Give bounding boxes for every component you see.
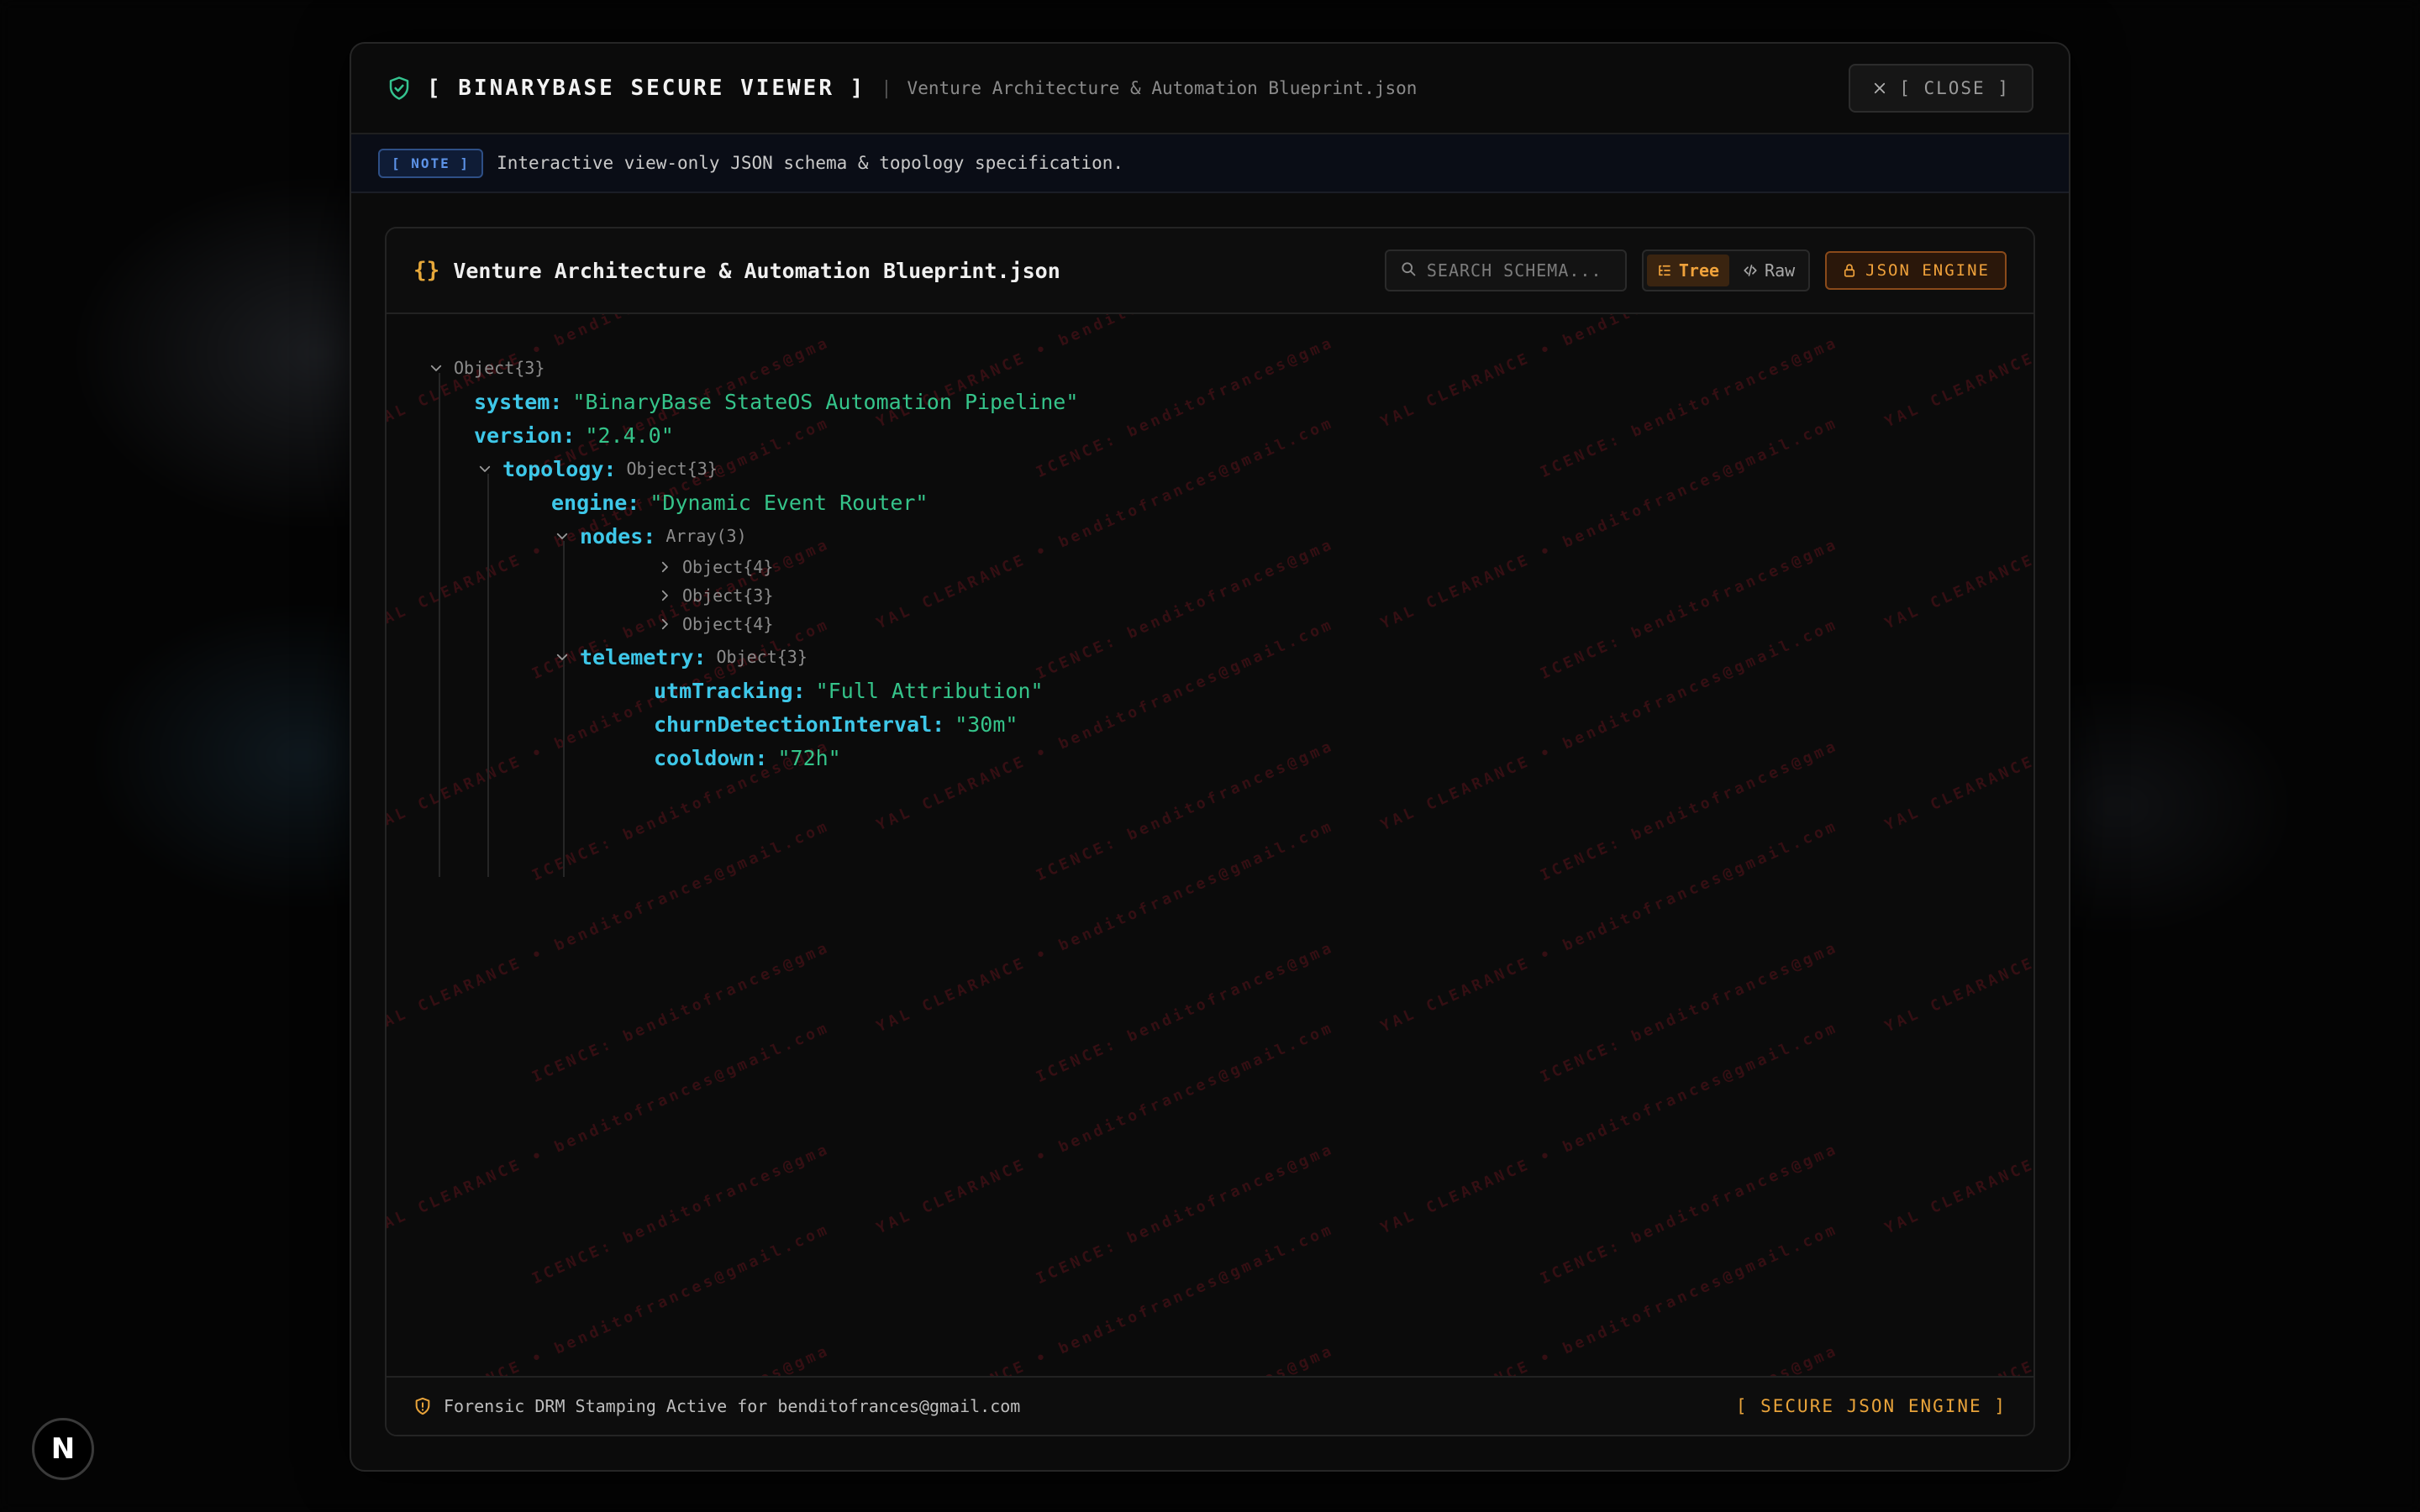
- panel-title-group: {} Venture Architecture & Automation Blu…: [413, 258, 1060, 283]
- view-toggle: Tree Raw: [1641, 249, 1811, 291]
- close-label: [ CLOSE ]: [1899, 78, 2010, 98]
- value-engine: "Dynamic Event Router": [650, 490, 929, 515]
- value-cooldown: "72h": [777, 745, 841, 770]
- panel-header: {} Venture Architecture & Automation Blu…: [387, 228, 2033, 314]
- tree-root-row[interactable]: Object{3}: [429, 353, 544, 383]
- value-version: "2.4.0": [585, 423, 674, 448]
- key-version: version:: [474, 423, 576, 448]
- topology-meta: Object{3}: [626, 459, 718, 479]
- close-icon: [1872, 81, 1887, 96]
- tree-row-nodes[interactable]: nodes: Array(3): [555, 521, 747, 551]
- n-logo-letter: N: [50, 1432, 76, 1466]
- lock-icon: [1842, 263, 1857, 278]
- value-utm-tracking: "Full Attribution": [815, 678, 1044, 703]
- key-churn-interval: churnDetectionInterval:: [654, 711, 945, 737]
- nodes-meta: Array(3): [666, 526, 747, 546]
- tree-row-utm: utmTracking: "Full Attribution": [654, 675, 1044, 706]
- chevron-down-icon[interactable]: [555, 528, 570, 543]
- tree-row-churn: churnDetectionInterval: "30m": [654, 709, 1018, 739]
- panel-footer: Forensic DRM Stamping Active for bendito…: [387, 1376, 2033, 1435]
- key-system: system:: [474, 389, 563, 414]
- tree-view-label: Tree: [1678, 260, 1720, 281]
- chevron-down-icon[interactable]: [477, 461, 492, 476]
- tree-guide-line: [487, 474, 489, 877]
- tree-row-node-item[interactable]: Object{4}: [657, 554, 773, 580]
- drm-status: Forensic DRM Stamping Active for bendito…: [413, 1396, 1020, 1416]
- panel-controls: Tree Raw: [1384, 249, 2007, 291]
- key-nodes: nodes:: [580, 523, 656, 549]
- chevron-down-icon[interactable]: [555, 649, 570, 664]
- modal-title-group: [ BINARYBASE SECURE VIEWER ] | Venture A…: [387, 76, 1417, 101]
- json-engine-badge: JSON ENGINE: [1825, 251, 2007, 290]
- modal-header: [ BINARYBASE SECURE VIEWER ] | Venture A…: [351, 44, 2069, 134]
- secure-viewer-modal: [ BINARYBASE SECURE VIEWER ] | Venture A…: [350, 42, 2070, 1472]
- chevron-right-icon[interactable]: [657, 559, 672, 575]
- file-subtitle: Venture Architecture & Automation Bluepr…: [907, 78, 1418, 98]
- code-icon: [1743, 263, 1758, 278]
- telemetry-meta: Object{3}: [716, 647, 808, 667]
- raw-view-label: Raw: [1765, 260, 1796, 281]
- chevron-down-icon[interactable]: [429, 360, 444, 375]
- tree-list-icon: [1657, 263, 1672, 278]
- note-text: Interactive view-only JSON schema & topo…: [497, 153, 1124, 173]
- n-logo-badge[interactable]: N: [32, 1418, 94, 1480]
- shield-check-icon: [387, 76, 412, 101]
- json-tree: Object{3} system: "BinaryBase StateOS Au…: [387, 314, 2033, 1379]
- key-topology: topology:: [502, 456, 617, 481]
- node-item-meta: Object{3}: [682, 585, 774, 606]
- close-button[interactable]: [ CLOSE ]: [1849, 64, 2033, 113]
- json-engine-label: JSON ENGINE: [1865, 261, 1990, 280]
- note-badge: [ NOTE ]: [378, 148, 484, 178]
- value-system: "BinaryBase StateOS Automation Pipeline": [572, 389, 1079, 414]
- search-icon: [1400, 260, 1417, 281]
- key-utm-tracking: utmTracking:: [654, 678, 806, 703]
- chevron-right-icon[interactable]: [657, 588, 672, 603]
- key-cooldown: cooldown:: [654, 745, 768, 770]
- tree-row-system: system: "BinaryBase StateOS Automation P…: [474, 386, 1078, 417]
- title-separator: |: [881, 77, 892, 99]
- root-meta: Object{3}: [454, 358, 545, 378]
- tree-row-version: version: "2.4.0": [474, 420, 674, 450]
- search-input[interactable]: [1426, 260, 1612, 281]
- drm-status-text: Forensic DRM Stamping Active for bendito…: [444, 1396, 1021, 1416]
- key-engine: engine:: [551, 490, 640, 515]
- tree-row-topology[interactable]: topology: Object{3}: [477, 454, 718, 484]
- value-churn-interval: "30m": [955, 711, 1018, 737]
- raw-view-button[interactable]: Raw: [1733, 255, 1805, 286]
- tree-view-area: YAL CLEARANCE • benditofrances@gmail.com…: [387, 314, 2033, 1379]
- panel-title: Venture Architecture & Automation Bluepr…: [453, 258, 1060, 283]
- tree-guide-line: [439, 373, 440, 877]
- key-telemetry: telemetry:: [580, 644, 707, 669]
- note-bar: [ NOTE ] Interactive view-only JSON sche…: [351, 134, 2069, 193]
- tree-row-cooldown: cooldown: "72h": [654, 743, 841, 773]
- braces-icon: {}: [413, 258, 440, 283]
- search-box[interactable]: [1384, 249, 1627, 291]
- chevron-right-icon[interactable]: [657, 617, 672, 632]
- shield-alert-icon: [413, 1397, 432, 1415]
- tree-row-telemetry[interactable]: telemetry: Object{3}: [555, 642, 808, 672]
- tree-row-node-item[interactable]: Object{4}: [657, 612, 773, 637]
- node-item-meta: Object{4}: [682, 557, 774, 577]
- json-panel: {} Venture Architecture & Automation Blu…: [385, 227, 2035, 1436]
- secure-engine-label: [ SECURE JSON ENGINE ]: [1735, 1396, 2007, 1416]
- tree-row-node-item[interactable]: Object{3}: [657, 583, 773, 608]
- app-title: [ BINARYBASE SECURE VIEWER ]: [427, 76, 866, 101]
- tree-guide-line: [563, 541, 565, 877]
- node-item-meta: Object{4}: [682, 614, 774, 634]
- tree-row-engine: engine: "Dynamic Event Router": [551, 487, 929, 517]
- tree-view-button[interactable]: Tree: [1646, 255, 1730, 286]
